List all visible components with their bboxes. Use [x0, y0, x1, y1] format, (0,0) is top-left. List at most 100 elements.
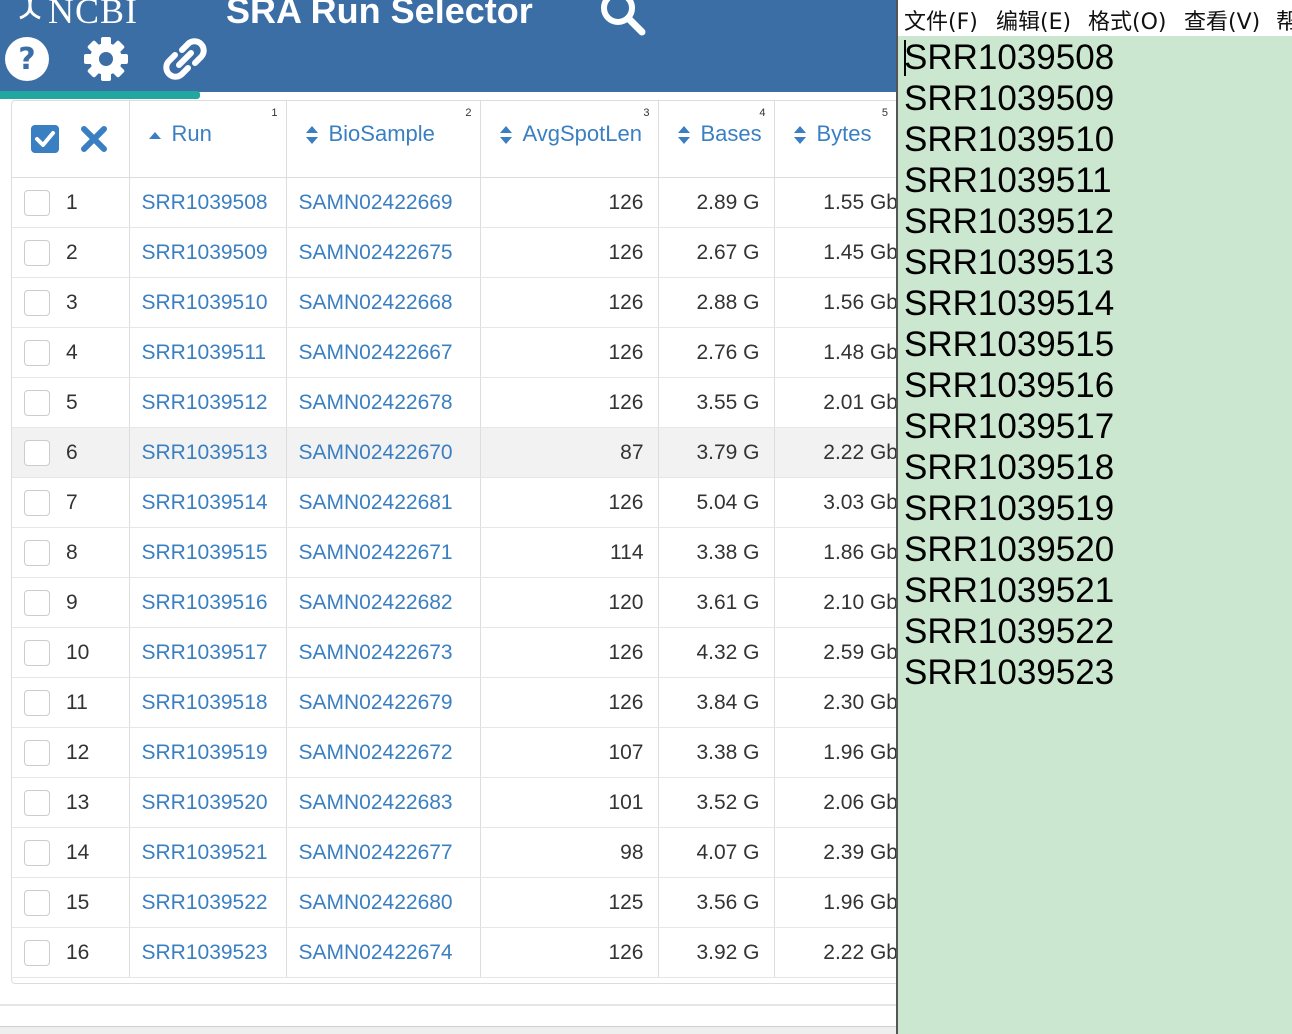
table-row[interactable]: 1 SRR1039508 SAMN02422669 126 2.89 G 1.55 Gb [12, 177, 896, 228]
column-header-avgspotlen[interactable]: 3 AvgSpotLen [480, 101, 659, 178]
biosample-link[interactable]: SAMN02422678 [286, 377, 481, 428]
biosample-link[interactable]: SAMN02422667 [286, 327, 481, 378]
table-row[interactable]: 11 SRR1039518 SAMN02422679 126 3.84 G 2.30 Gb [12, 677, 896, 728]
gear-icon[interactable] [82, 36, 130, 82]
biosample-link[interactable]: SAMN02422671 [286, 527, 481, 578]
column-header-biosample[interactable]: 2 BioSample [286, 101, 481, 178]
menu-edit[interactable]: 编辑(E) [996, 4, 1071, 36]
biosample-link[interactable]: SAMN02422668 [286, 277, 481, 328]
run-link[interactable]: SRR1039509 [129, 227, 287, 278]
biosample-link[interactable]: SAMN02422683 [286, 777, 481, 828]
biosample-link[interactable]: SAMN02422677 [286, 827, 481, 878]
notepad-text-line: SRR1039512 [904, 202, 1115, 241]
run-link[interactable]: SRR1039511 [129, 327, 287, 378]
run-link[interactable]: SRR1039516 [129, 577, 287, 628]
biosample-link[interactable]: SAMN02422680 [286, 877, 481, 928]
run-link[interactable]: SRR1039517 [129, 627, 287, 678]
row-checkbox[interactable] [24, 289, 50, 316]
row-number: 12 [66, 740, 90, 764]
avgspotlen-cell: 126 [480, 677, 659, 728]
table-row[interactable]: 7 SRR1039514 SAMN02422681 126 5.04 G 3.03 Gb [12, 477, 896, 528]
table-row[interactable]: 6 SRR1039513 SAMN02422670 87 3.79 G 2.22 Gb [12, 427, 896, 478]
table-row[interactable]: 8 SRR1039515 SAMN02422671 114 3.38 G 1.86 Gb [12, 527, 896, 578]
clear-selection-x-icon[interactable] [80, 125, 108, 153]
avgspotlen-cell: 120 [480, 577, 659, 628]
select-all-checkbox-icon[interactable] [30, 124, 60, 154]
biosample-link[interactable]: SAMN02422681 [286, 477, 481, 528]
table-row[interactable]: 12 SRR1039519 SAMN02422672 107 3.38 G 1.96 Gb [12, 727, 896, 778]
column-index: 4 [759, 107, 766, 119]
run-link[interactable]: SRR1039514 [129, 477, 287, 528]
run-link[interactable]: SRR1039520 [129, 777, 287, 828]
run-link[interactable]: SRR1039519 [129, 727, 287, 778]
row-checkbox[interactable] [24, 439, 50, 466]
row-checkbox[interactable] [24, 889, 50, 916]
biosample-link[interactable]: SAMN02422675 [286, 227, 481, 278]
biosample-link[interactable]: SAMN02422679 [286, 677, 481, 728]
link-icon[interactable] [160, 34, 210, 84]
table-row[interactable]: 9 SRR1039516 SAMN02422682 120 3.61 G 2.10 Gb [12, 577, 896, 628]
table-row[interactable]: 14 SRR1039521 SAMN02422677 98 4.07 G 2.39 Gb [12, 827, 896, 878]
row-checkbox[interactable] [24, 189, 50, 216]
horizontal-scrollbar[interactable] [0, 1026, 896, 1034]
column-header-label: BioSample [328, 121, 435, 146]
run-link[interactable]: SRR1039510 [129, 277, 287, 328]
row-checkbox[interactable] [24, 389, 50, 416]
column-header-bytes[interactable]: 5 Bytes [774, 101, 896, 178]
row-checkbox[interactable] [24, 539, 50, 566]
row-checkbox[interactable] [24, 639, 50, 666]
run-link[interactable]: SRR1039508 [129, 177, 287, 228]
biosample-link[interactable]: SAMN02422672 [286, 727, 481, 778]
row-select-cell: 15 [12, 877, 130, 928]
run-link[interactable]: SRR1039513 [129, 427, 287, 478]
biosample-link[interactable]: SAMN02422670 [286, 427, 481, 478]
run-link[interactable]: SRR1039523 [129, 927, 287, 978]
run-link[interactable]: SRR1039515 [129, 527, 287, 578]
biosample-link[interactable]: SAMN02422669 [286, 177, 481, 228]
biosample-link[interactable]: SAMN02422673 [286, 627, 481, 678]
run-link[interactable]: SRR1039522 [129, 877, 287, 928]
column-header-label: AvgSpotLen [522, 121, 642, 146]
row-checkbox[interactable] [24, 839, 50, 866]
row-checkbox[interactable] [24, 589, 50, 616]
row-checkbox[interactable] [24, 239, 50, 266]
row-checkbox[interactable] [24, 689, 50, 716]
ncbi-logo[interactable]: NCBI [0, 0, 148, 31]
run-link[interactable]: SRR1039521 [129, 827, 287, 878]
row-checkbox[interactable] [24, 789, 50, 816]
biosample-link[interactable]: SAMN02422682 [286, 577, 481, 628]
table-row[interactable]: 16 SRR1039523 SAMN02422674 126 3.92 G 2.22 Gb [12, 927, 896, 978]
table-row[interactable]: 10 SRR1039517 SAMN02422673 126 4.32 G 2.59 Gb [12, 627, 896, 678]
bases-cell: 2.67 G [658, 227, 775, 278]
column-header-run[interactable]: 1 Run [129, 101, 287, 178]
run-link[interactable]: SRR1039512 [129, 377, 287, 428]
avgspotlen-cell: 126 [480, 627, 659, 678]
menu-file[interactable]: 文件(F) [904, 4, 978, 36]
row-checkbox[interactable] [24, 939, 50, 966]
table-row[interactable]: 4 SRR1039511 SAMN02422667 126 2.76 G 1.48 Gb [12, 327, 896, 378]
column-header-label: Bytes [816, 121, 872, 146]
row-checkbox[interactable] [24, 489, 50, 516]
menu-format[interactable]: 格式(O) [1088, 4, 1166, 36]
table-row[interactable]: 5 SRR1039512 SAMN02422678 126 3.55 G 2.01 Gb [12, 377, 896, 428]
help-icon[interactable]: ? [4, 36, 50, 82]
run-link[interactable]: SRR1039518 [129, 677, 287, 728]
row-checkbox[interactable] [24, 339, 50, 366]
biosample-link[interactable]: SAMN02422674 [286, 927, 481, 978]
column-header-bases[interactable]: 4 Bases [658, 101, 775, 178]
menu-view[interactable]: 查看(V) [1184, 4, 1260, 36]
table-row[interactable]: 3 SRR1039510 SAMN02422668 126 2.88 G 1.56 Gb [12, 277, 896, 328]
notepad-text-area[interactable]: SRR1039508 SRR1039509 SRR1039510 SRR1039511… [898, 36, 1292, 1034]
bytes-cell: 1.45 Gb [774, 227, 896, 278]
search-icon[interactable] [598, 0, 646, 36]
row-select-cell: 2 [12, 227, 130, 278]
menu-help[interactable]: 帮 [1276, 4, 1292, 36]
table-row[interactable]: 13 SRR1039520 SAMN02422683 101 3.52 G 2.06 Gb [12, 777, 896, 828]
bases-cell: 3.55 G [658, 377, 775, 428]
table-row[interactable]: 2 SRR1039509 SAMN02422675 126 2.67 G 1.45 Gb [12, 227, 896, 278]
bytes-cell: 3.03 Gb [774, 477, 896, 528]
row-checkbox[interactable] [24, 739, 50, 766]
bytes-cell: 2.10 Gb [774, 577, 896, 628]
table-row[interactable]: 15 SRR1039522 SAMN02422680 125 3.56 G 1.96 Gb [12, 877, 896, 928]
bytes-cell: 1.96 Gb [774, 877, 896, 928]
